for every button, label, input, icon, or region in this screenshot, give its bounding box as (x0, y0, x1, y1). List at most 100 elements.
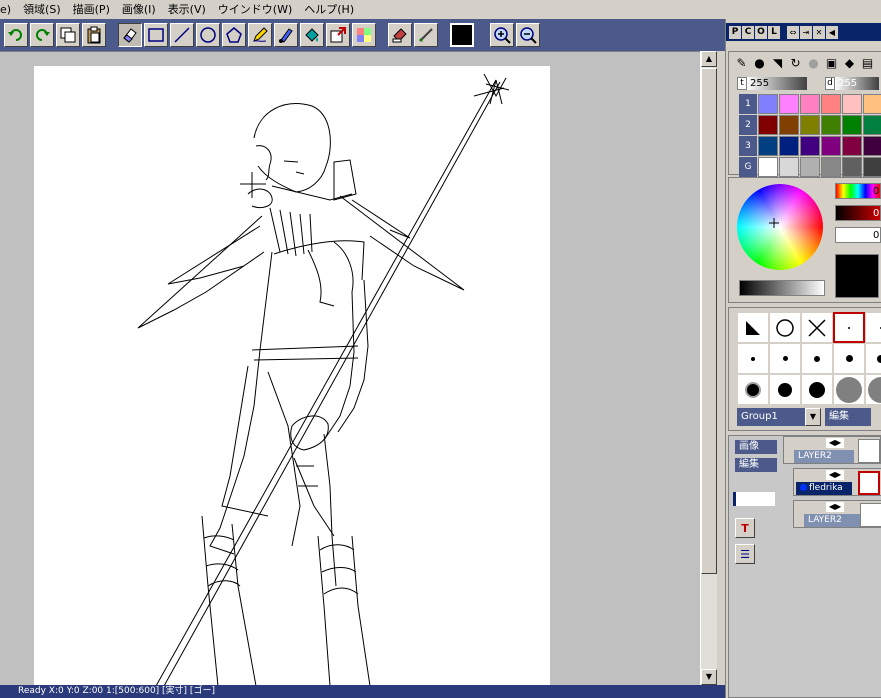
color-swatch[interactable] (800, 115, 820, 135)
layer-row[interactable]: ◀▶ LAYER2 (793, 500, 881, 528)
tab-option[interactable]: O (755, 25, 767, 39)
text-tool-icon[interactable]: T (735, 518, 755, 538)
menu-image[interactable]: 画像(I) (116, 0, 162, 19)
color-swatch[interactable] (863, 136, 881, 156)
color-wheel[interactable] (737, 184, 823, 270)
color-swatch[interactable] (779, 136, 799, 156)
color-swatch[interactable] (863, 115, 881, 135)
vertical-scrollbar[interactable]: ▲ ▼ (700, 51, 717, 685)
color-swatch[interactable] (758, 136, 778, 156)
menu-help[interactable]: ヘルプ(H) (298, 0, 360, 19)
dot-tip-5[interactable] (865, 343, 881, 374)
layer-move-icon[interactable]: ◀▶ (826, 502, 844, 512)
menu-selection[interactable]: 領域(S) (17, 0, 67, 19)
corner-tip-icon[interactable] (737, 312, 769, 343)
menu-view[interactable]: 表示(V) (162, 0, 212, 19)
color-swatch[interactable] (842, 157, 862, 177)
layer-row-active[interactable]: ◀▶ fledrika (793, 468, 881, 496)
soft-brush-icon[interactable]: ● (805, 54, 822, 72)
pen-tool-button[interactable] (248, 23, 272, 47)
paste-button[interactable] (82, 23, 106, 47)
color-swatch[interactable] (758, 94, 778, 114)
eraser-tool-button[interactable] (118, 23, 142, 47)
current-color-swatch[interactable] (450, 23, 474, 47)
diamond-brush-icon[interactable]: ◆ (841, 54, 858, 72)
dot-tip-6[interactable] (769, 374, 801, 405)
dot-tip-3[interactable] (801, 343, 833, 374)
layer-row[interactable]: ◀▶ LAYER2 (783, 436, 881, 464)
chevron-down-icon[interactable]: ▼ (805, 408, 821, 426)
panel-resize-icon[interactable]: ⇔ (787, 25, 799, 39)
redo-button[interactable] (30, 23, 54, 47)
brush-group-select[interactable]: Group1 (737, 408, 805, 426)
color-swatch[interactable] (842, 115, 862, 135)
undo-button[interactable] (4, 23, 28, 47)
dot-tip-2[interactable] (769, 343, 801, 374)
smudge-tool-button[interactable] (414, 23, 438, 47)
grayscale-slider[interactable] (739, 280, 825, 296)
cross-tip-icon[interactable] (801, 312, 833, 343)
stamp-tool-button[interactable] (388, 23, 412, 47)
panel-scroll-left-icon[interactable]: ◀ (826, 25, 838, 39)
layer-edit-button[interactable]: 編集 (735, 458, 777, 472)
color-swatch[interactable] (842, 94, 862, 114)
menu-window[interactable]: ウインドウ(W) (212, 0, 298, 19)
layer-name-field[interactable] (733, 492, 775, 506)
color-swatch[interactable] (821, 136, 841, 156)
color-swatch[interactable] (779, 157, 799, 177)
dot-tip-7[interactable] (801, 374, 833, 405)
panel-collapse-icon[interactable]: ⇥ (800, 25, 812, 39)
round-brush-icon[interactable]: ● (751, 54, 768, 72)
layer-move-icon[interactable]: ◀▶ (826, 470, 844, 480)
color-swatch[interactable] (800, 94, 820, 114)
gray-dot-tip-1[interactable] (833, 374, 865, 405)
t-value-slider[interactable]: 255 (747, 76, 807, 90)
layer-list-icon[interactable]: ☰ (735, 544, 755, 564)
color-swatch[interactable] (821, 115, 841, 135)
ellipse-tool-button[interactable] (196, 23, 220, 47)
soft-dot-tip-1[interactable] (737, 374, 769, 405)
scroll-up-arrow[interactable]: ▲ (701, 51, 717, 67)
color-swatch[interactable] (842, 136, 862, 156)
color-swatch[interactable] (821, 94, 841, 114)
line-tool-button[interactable] (170, 23, 194, 47)
zoom-in-button[interactable] (490, 23, 514, 47)
dot-tip-selected[interactable] (833, 312, 865, 343)
fill-tool-button[interactable] (300, 23, 324, 47)
brush-edit-button[interactable]: 編集 (825, 408, 871, 426)
rotate-brush-icon[interactable]: ↻ (787, 54, 804, 72)
layer-brush-icon[interactable]: ▣ (823, 54, 840, 72)
color-swatch[interactable] (758, 115, 778, 135)
layer-visible-icon[interactable] (800, 484, 807, 491)
dot-tip-4[interactable] (833, 343, 865, 374)
menu-draw[interactable]: 描画(P) (67, 0, 116, 19)
brush-tool-button[interactable] (274, 23, 298, 47)
color-swatch[interactable] (800, 136, 820, 156)
circle-tip-icon[interactable] (769, 312, 801, 343)
color-swatch[interactable] (758, 157, 778, 177)
stamp-brush-icon[interactable]: ▤ (859, 54, 876, 72)
scroll-down-arrow[interactable]: ▼ (701, 669, 717, 685)
color-swatch[interactable] (800, 157, 820, 177)
color-swatch[interactable] (821, 157, 841, 177)
d-value-slider[interactable]: 255 (835, 76, 879, 90)
tab-layer[interactable]: L (768, 25, 780, 39)
gray-dot-tip-2[interactable] (865, 374, 881, 405)
pattern-tool-button[interactable] (352, 23, 376, 47)
color-swatch[interactable] (863, 157, 881, 177)
menu-edit[interactable]: e) (0, 0, 17, 19)
scroll-thumb[interactable] (701, 68, 717, 574)
copy-button[interactable] (56, 23, 80, 47)
color-swatch[interactable] (863, 94, 881, 114)
drop-brush-icon[interactable]: ◥ (769, 54, 786, 72)
zoom-out-button[interactable] (516, 23, 540, 47)
rectangle-tool-button[interactable] (144, 23, 168, 47)
tab-color[interactable]: C (742, 25, 754, 39)
layer-move-icon[interactable]: ◀▶ (826, 438, 844, 448)
dot-tip-1[interactable] (737, 343, 769, 374)
layer-image-button[interactable]: 画像 (735, 440, 777, 454)
polygon-tool-button[interactable] (222, 23, 246, 47)
drawing-canvas[interactable] (34, 66, 550, 687)
color-swatch[interactable] (779, 94, 799, 114)
pencil-brush-icon[interactable]: ✎ (733, 54, 750, 72)
